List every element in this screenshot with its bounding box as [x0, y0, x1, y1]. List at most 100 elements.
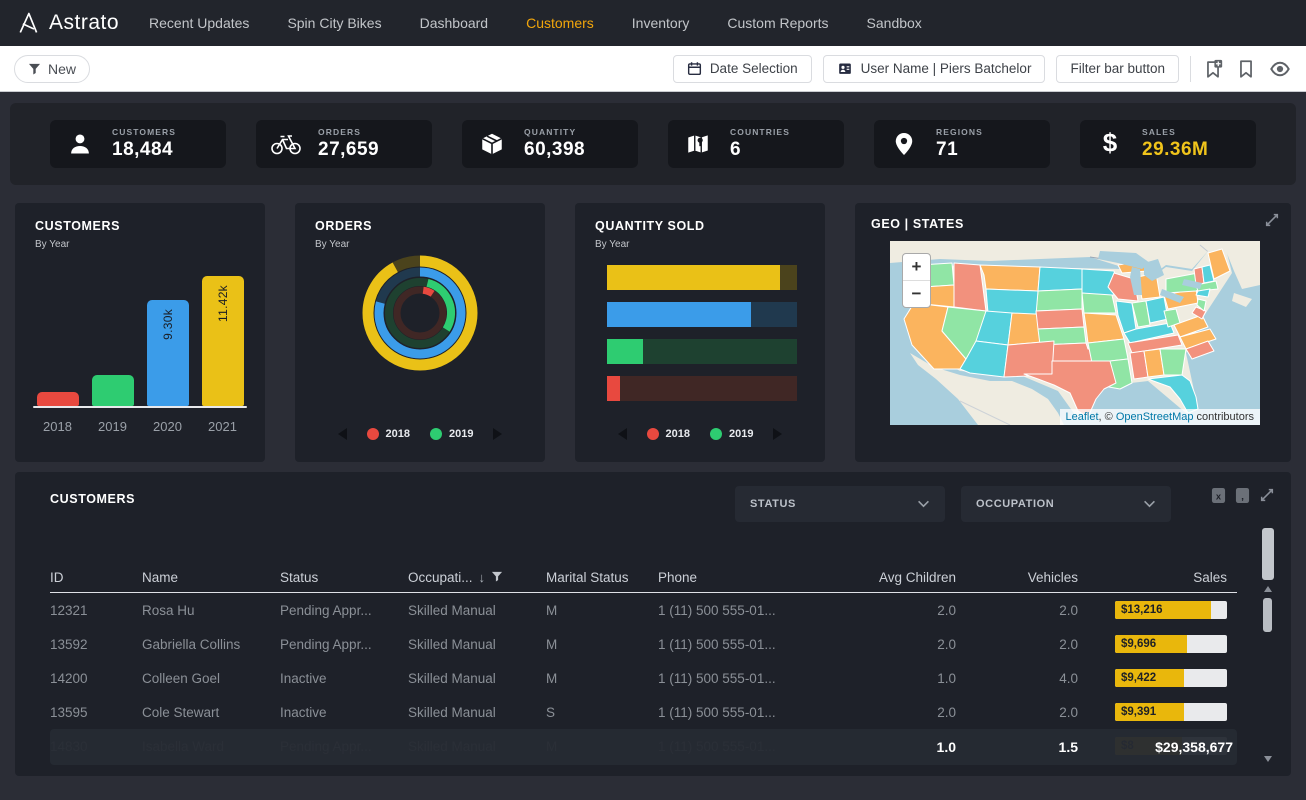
- cell-name: Colleen Goel: [142, 671, 280, 686]
- table-scrollbar[interactable]: [1262, 550, 1274, 762]
- nav-item-recent-updates[interactable]: Recent Updates: [149, 15, 249, 31]
- zoom-in-button[interactable]: +: [903, 254, 930, 281]
- legend-next-arrow[interactable]: [773, 428, 782, 440]
- cell-status: Inactive: [280, 671, 408, 686]
- nav-item-dashboard[interactable]: Dashboard: [420, 15, 489, 31]
- occupation-filter-dropdown[interactable]: OCCUPATION: [961, 486, 1171, 522]
- charts-row: CUSTOMERS By Year 9.30k11.42k 2018201920…: [15, 203, 1291, 462]
- eye-icon[interactable]: [1268, 58, 1292, 80]
- table-filters: STATUS OCCUPATION: [735, 486, 1171, 522]
- donut-ring-2021: [368, 261, 472, 365]
- legend-dot: [710, 428, 722, 440]
- kpi-countries: COUNTRIES6: [668, 120, 844, 168]
- column-label: Sales: [1193, 570, 1227, 585]
- customers-table: IDName StatusOccupati...↓Marital Status Ph…: [50, 562, 1271, 765]
- kpi-customers: CUSTOMERS18,484: [50, 120, 226, 168]
- column-label: Name: [142, 570, 178, 585]
- nav-item-sandbox[interactable]: Sandbox: [867, 15, 922, 31]
- new-filter-button[interactable]: New: [14, 55, 90, 83]
- cell-status: Inactive: [280, 705, 408, 720]
- legend-item-2018[interactable]: 2018: [367, 428, 410, 440]
- legend-next-arrow[interactable]: [493, 428, 502, 440]
- table-header-row: IDName StatusOccupati...↓Marital Status Ph…: [50, 562, 1237, 593]
- chart-title: CUSTOMERS: [35, 219, 245, 233]
- cell-name: Cole Stewart: [142, 705, 280, 720]
- column-header-occupati-[interactable]: Occupati...↓: [408, 570, 546, 585]
- filter-bar-button[interactable]: Filter bar button: [1056, 55, 1179, 83]
- legend-prev-arrow[interactable]: [618, 428, 627, 440]
- hbar-fill-2021: [607, 265, 780, 290]
- legend-label: 2018: [386, 428, 410, 440]
- scroll-up-arrow[interactable]: [1264, 586, 1272, 592]
- chevron-down-icon: [1143, 500, 1156, 508]
- location-pin-icon: [886, 131, 922, 157]
- nav-item-custom-reports[interactable]: Custom Reports: [727, 15, 828, 31]
- column-header-sales[interactable]: Sales: [1088, 570, 1237, 585]
- column-label: Phone: [658, 570, 697, 585]
- expand-icon[interactable]: [1259, 487, 1275, 509]
- orders-by-year-card: ORDERS By Year 20182019: [295, 203, 545, 462]
- csv-export-icon[interactable]: ,: [1235, 487, 1250, 509]
- person-icon: [62, 131, 98, 157]
- hbar-fill-2018: [607, 376, 620, 401]
- sales-bar: $9,422: [1115, 669, 1227, 687]
- column-label: Marital Status: [546, 570, 629, 585]
- cell-status: Pending Appr...: [280, 637, 408, 652]
- column-header-avg-children[interactable]: Avg Children: [826, 570, 966, 585]
- user-name-button[interactable]: User Name | Piers Batchelor: [823, 55, 1046, 83]
- cell-id: 14200: [50, 671, 142, 686]
- table-row[interactable]: 12321Rosa HuPending Appr...Skilled Manua…: [50, 593, 1237, 627]
- column-filter-icon[interactable]: [491, 570, 503, 585]
- column-header-id[interactable]: ID: [50, 570, 142, 585]
- cell-phone: 1 (11) 500 555-01...: [658, 671, 826, 686]
- svg-text:$: $: [1103, 131, 1118, 157]
- bookmark-add-icon[interactable]: [1202, 58, 1224, 80]
- nav-item-spin-city-bikes[interactable]: Spin City Bikes: [287, 15, 381, 31]
- sales-bar: $9,696: [1115, 635, 1227, 653]
- legend-item-2019[interactable]: 2019: [430, 428, 473, 440]
- kpi-label: ORDERS: [318, 127, 379, 137]
- nav-item-inventory[interactable]: Inventory: [632, 15, 690, 31]
- column-header-phone[interactable]: Phone: [658, 570, 826, 585]
- table-row[interactable]: 14200Colleen GoelInactiveSkilled ManualM…: [50, 661, 1237, 695]
- top-navigation: Astrato Recent Updates Spin City Bikes Das…: [0, 0, 1306, 46]
- expand-icon[interactable]: [1264, 212, 1280, 233]
- excel-export-icon[interactable]: x: [1211, 487, 1226, 509]
- table-action-icons: x ,: [1211, 487, 1275, 509]
- table-row[interactable]: 13595Cole StewartInactiveSkilled ManualS…: [50, 695, 1237, 729]
- kpi-value: 71: [936, 139, 983, 161]
- brand-logo[interactable]: Astrato: [16, 11, 119, 35]
- calendar-icon: [687, 61, 702, 76]
- column-header-vehicles[interactable]: Vehicles: [966, 570, 1088, 585]
- cell-status: Pending Appr...: [280, 603, 408, 618]
- sales-bar: $9,391: [1115, 703, 1227, 721]
- column-header-marital-status[interactable]: Marital Status: [546, 570, 658, 585]
- sales-bar: $13,216: [1115, 601, 1227, 619]
- legend-item-2019[interactable]: 2019: [710, 428, 753, 440]
- leaflet-link[interactable]: Leaflet: [1066, 411, 1099, 423]
- osm-link[interactable]: OpenStreetMap: [1116, 411, 1194, 423]
- bookmark-icon[interactable]: [1235, 58, 1257, 80]
- column-header-status[interactable]: Status: [280, 570, 408, 585]
- brand-name: Astrato: [49, 11, 119, 35]
- kpi-label: QUANTITY: [524, 127, 585, 137]
- legend-prev-arrow[interactable]: [338, 428, 347, 440]
- chevron-down-icon: [917, 500, 930, 508]
- leaflet-map[interactable]: + − Leaflet, © OpenStreetMap contributor…: [890, 241, 1260, 425]
- legend-item-2018[interactable]: 2018: [647, 428, 690, 440]
- attribution-sep: , ©: [1099, 411, 1116, 423]
- scrollbar-thumb[interactable]: [1263, 598, 1272, 632]
- scrollbar-thumb[interactable]: [1262, 528, 1274, 580]
- nav-item-customers[interactable]: Customers: [526, 15, 594, 31]
- totals-sales: $29,358,677: [1088, 739, 1237, 755]
- date-selection-button[interactable]: Date Selection: [673, 55, 812, 83]
- table-row[interactable]: 13592Gabriella CollinsPending Appr...Ski…: [50, 627, 1237, 661]
- column-header-name[interactable]: Name: [142, 570, 280, 585]
- sort-desc-icon[interactable]: ↓: [479, 570, 486, 585]
- zoom-out-button[interactable]: −: [903, 281, 930, 307]
- scroll-down-arrow[interactable]: [1264, 756, 1272, 762]
- legend-label: 2018: [666, 428, 690, 440]
- status-filter-dropdown[interactable]: STATUS: [735, 486, 945, 522]
- kpi-label: SALES: [1142, 127, 1208, 137]
- table-body: 12321Rosa HuPending Appr...Skilled Manua…: [50, 593, 1237, 765]
